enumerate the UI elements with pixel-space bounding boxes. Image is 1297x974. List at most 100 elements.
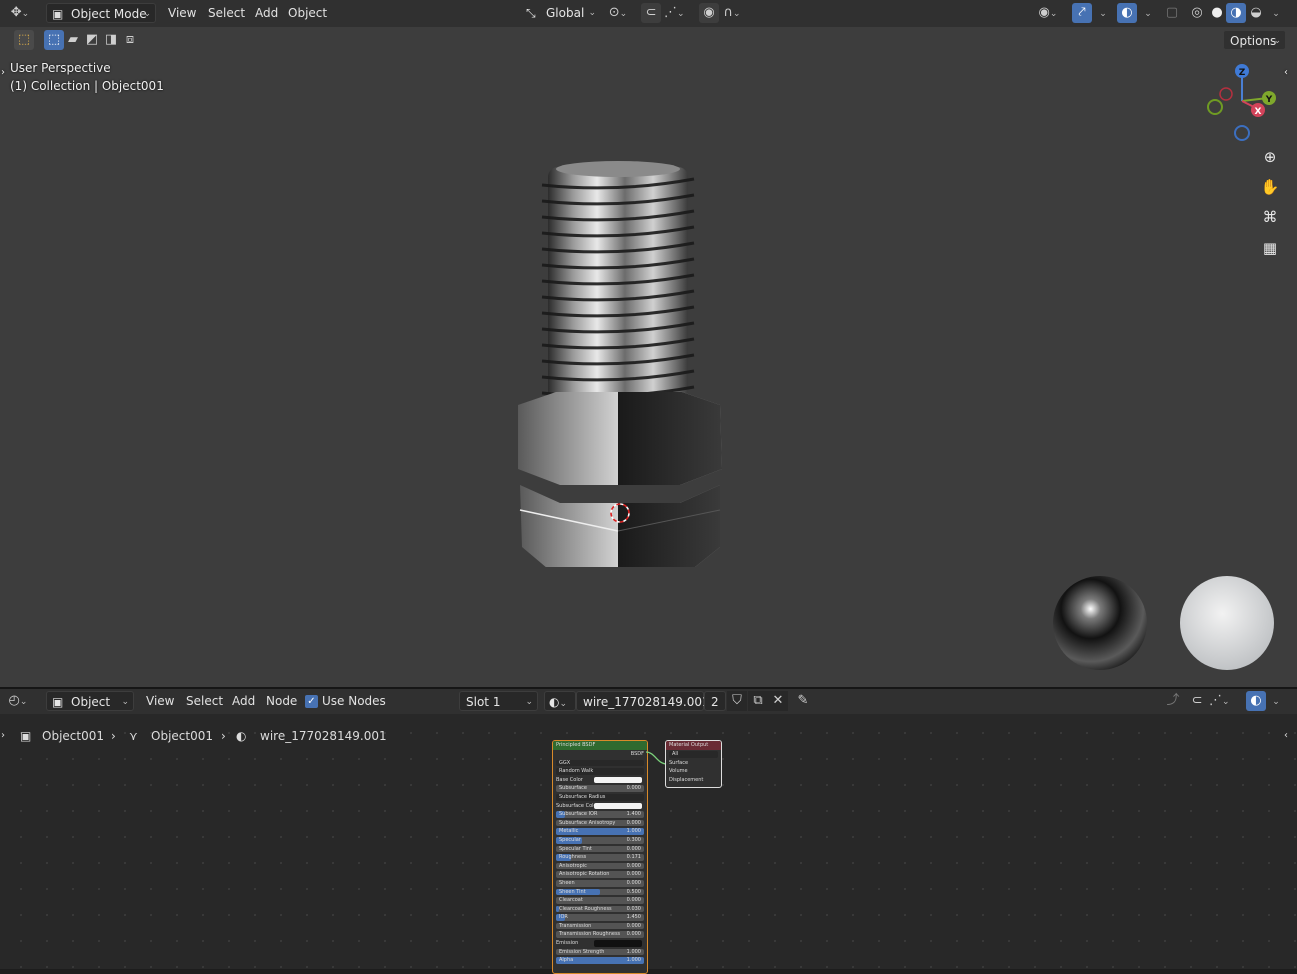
sidebar-toggle-icon[interactable]: ‹ — [1284, 67, 1288, 78]
overlays-icon[interactable]: ◐ — [1117, 3, 1137, 23]
select-tool-icon[interactable]: ⬚ — [14, 30, 34, 50]
principled-input-row[interactable]: Sheen Tint 0.500 — [556, 888, 644, 897]
node-snap-target-icon[interactable]: ⋰⌄ — [1209, 691, 1230, 711]
wireframe-shading-icon[interactable]: ◎ — [1187, 3, 1207, 23]
pin-icon[interactable]: ✎ — [793, 691, 813, 711]
principled-input-row[interactable]: Sheen 0.000 — [556, 879, 644, 888]
gizmo-toggle-icon[interactable]: ⤤ — [1072, 3, 1092, 23]
material-output-node[interactable]: Material Output All Surface Volume Displ… — [665, 740, 722, 788]
pan-hand-icon[interactable]: ✋ — [1257, 174, 1283, 200]
principled-input-row[interactable]: Specular 0.300 — [556, 836, 644, 845]
shading-dropdown-icon[interactable]: ⌄ — [1266, 3, 1286, 23]
displacement-socket[interactable]: Displacement — [669, 776, 718, 785]
output-target-select[interactable]: All — [669, 750, 718, 759]
pivot-icon[interactable]: ⊙⌄ — [608, 3, 628, 23]
principled-input-row[interactable]: Metallic 1.000 — [556, 827, 644, 836]
principled-input-row[interactable]: Subsurface Color — [556, 802, 644, 811]
menu-add[interactable]: Add — [255, 3, 278, 23]
navigation-gizmo[interactable]: Z Y X — [1198, 61, 1284, 147]
select-extend-icon[interactable]: ▰ — [63, 30, 83, 50]
menu-select[interactable]: Select — [208, 3, 245, 23]
principled-input-row[interactable]: Transmission 0.000 — [556, 922, 644, 931]
node-editor-canvas[interactable]: › ▣ Object001 › ⋎ Object001 › ◐ wire_177… — [0, 714, 1297, 974]
node-menu-select[interactable]: Select — [186, 691, 223, 711]
principled-bsdf-node[interactable]: Principled BSDF BSDF GGX Random Walk Base … — [552, 740, 648, 974]
visibility-icon[interactable]: ◉⌄ — [1038, 3, 1058, 23]
principled-input-row[interactable]: Transmission Roughness 0.000 — [556, 930, 644, 939]
color-swatch[interactable] — [594, 940, 642, 947]
surface-socket[interactable]: Surface — [669, 759, 718, 768]
material-name-field[interactable]: wire_177028149.001 — [576, 691, 710, 711]
node-overlays-icon[interactable]: ◐ — [1246, 691, 1266, 711]
principled-input-row[interactable]: Anisotropic Rotation 0.000 — [556, 870, 644, 879]
principled-input-row[interactable]: Emission Strength 1.000 — [556, 948, 644, 957]
principled-input-row[interactable]: Subsurface 0.000 — [556, 784, 644, 793]
use-nodes-label[interactable]: Use Nodes — [322, 691, 386, 711]
principled-input-row[interactable]: Clearcoat Roughness 0.030 — [556, 905, 644, 914]
principled-input-row[interactable]: Clearcoat 0.000 — [556, 896, 644, 905]
fake-user-icon[interactable]: ⛉ — [727, 691, 747, 711]
volume-socket[interactable]: Volume — [669, 767, 718, 776]
duplicate-material-icon[interactable]: ⧉ — [748, 691, 768, 711]
object-type-dropdown[interactable]: ▣ Object ⌄ — [46, 691, 134, 711]
rendered-shading-icon[interactable]: ◒ — [1246, 3, 1266, 23]
falloff-icon[interactable]: ∩⌄ — [722, 3, 742, 23]
unlink-material-icon[interactable]: ✕ — [768, 691, 788, 711]
principled-input-row[interactable]: IOR 1.450 — [556, 913, 644, 922]
node-editor-type-icon[interactable]: ◴⌄ — [8, 691, 28, 711]
principled-input-value: 0.300 — [626, 836, 641, 843]
select-intersect-icon[interactable]: ⧈ — [120, 30, 140, 50]
proportional-edit-icon[interactable]: ◉ — [699, 3, 719, 23]
select-new-icon[interactable]: ⬚ — [44, 30, 64, 50]
toolbar-toggle-icon[interactable]: › — [1, 67, 5, 78]
menu-object[interactable]: Object — [288, 3, 327, 23]
user-count-button[interactable]: 2 — [704, 691, 726, 711]
solid-shading-icon[interactable]: ● — [1207, 3, 1227, 23]
node-sidebar-toggle-icon[interactable]: ‹ — [1284, 730, 1288, 741]
principled-node-header[interactable]: Principled BSDF — [553, 741, 647, 750]
3d-cursor[interactable] — [607, 500, 633, 526]
material-shading-icon[interactable]: ◑ — [1226, 3, 1246, 23]
principled-input-row[interactable]: Subsurface Anisotropy 0.000 — [556, 819, 644, 828]
editor-type-icon[interactable]: ✥⌄ — [10, 3, 30, 23]
slot-dropdown[interactable]: Slot 1 ⌄ — [459, 691, 538, 711]
select-subtract-icon[interactable]: ◩ — [82, 30, 102, 50]
node-menu-add[interactable]: Add — [232, 691, 255, 711]
principled-input-row[interactable]: Specular Tint 0.000 — [556, 845, 644, 854]
use-nodes-checkbox[interactable]: ✓ — [305, 695, 318, 708]
node-overlays-dropdown-icon[interactable]: ⌄ — [1266, 691, 1286, 711]
material-browse-button[interactable]: ◐⌄ — [544, 691, 576, 711]
gizmo-dropdown-icon[interactable]: ⌄ — [1093, 3, 1113, 23]
3d-viewport[interactable]: ⬚ ⬚ ▰ ◩ ◨ ⧈ Options ⌄ User Perspective (… — [0, 27, 1297, 687]
principled-input-row[interactable]: Emission — [556, 939, 644, 948]
principled-input-row[interactable]: Roughness 0.171 — [556, 853, 644, 862]
snap-icon[interactable]: ⊂ — [641, 3, 661, 23]
select-invert-icon[interactable]: ◨ — [101, 30, 121, 50]
mode-dropdown[interactable]: ▣ Object Mode ⌄ — [46, 3, 156, 23]
options-dropdown[interactable]: Options ⌄ — [1223, 30, 1286, 50]
node-toolbar-toggle-icon[interactable]: › — [1, 726, 5, 746]
orientation-dropdown[interactable]: ⤡ Global ⌄ — [522, 3, 600, 23]
principled-input-row[interactable]: Anisotropic 0.000 — [556, 862, 644, 871]
node-menu-node[interactable]: Node — [266, 691, 297, 711]
color-swatch[interactable] — [594, 776, 642, 784]
overlays-dropdown-icon[interactable]: ⌄ — [1138, 3, 1158, 23]
parent-node-tree-icon[interactable]: ⤴ — [1163, 691, 1183, 711]
principled-input-row[interactable]: GGX — [556, 759, 644, 768]
ortho-grid-icon[interactable]: ▦ — [1257, 235, 1283, 261]
principled-input-row[interactable]: Random Walk — [556, 767, 644, 776]
menu-view[interactable]: View — [168, 3, 196, 23]
node-menu-view[interactable]: View — [146, 691, 174, 711]
snap-target-icon[interactable]: ⋰⌄ — [664, 3, 685, 23]
zoom-icon[interactable]: ⊕ — [1257, 144, 1283, 170]
output-node-header[interactable]: Material Output — [666, 741, 721, 750]
principled-input-row[interactable]: Alpha 1.000 — [556, 956, 644, 965]
camera-view-icon[interactable]: ⌘ — [1257, 204, 1283, 230]
principled-input-row[interactable]: Subsurface Radius — [556, 793, 644, 802]
bsdf-output-socket[interactable]: BSDF — [556, 750, 644, 759]
color-swatch[interactable] — [594, 802, 642, 810]
principled-input-row[interactable]: Subsurface IOR 1.400 — [556, 810, 644, 819]
node-snap-icon[interactable]: ⊂ — [1187, 691, 1207, 711]
principled-input-row[interactable]: Base Color — [556, 776, 644, 785]
xray-icon[interactable]: ▢ — [1162, 3, 1182, 23]
